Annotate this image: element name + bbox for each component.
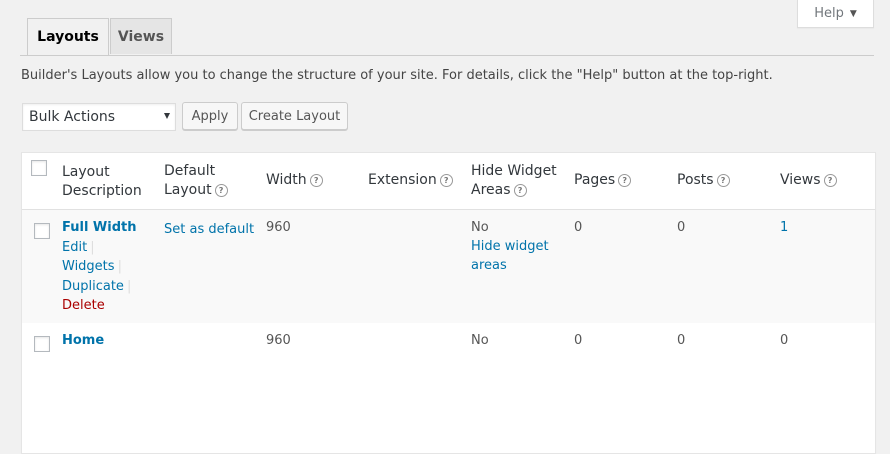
tab-layouts-label: Layouts bbox=[37, 29, 99, 45]
page-description: Builder's Layouts allow you to change th… bbox=[21, 68, 773, 83]
layout-title-link[interactable]: Full Width bbox=[62, 220, 137, 235]
width-value: 960 bbox=[266, 220, 291, 235]
pages-value: 0 bbox=[574, 333, 583, 348]
select-all-checkbox[interactable] bbox=[31, 160, 47, 176]
col-posts[interactable]: Posts? bbox=[677, 171, 730, 190]
col-hide-widget-areas[interactable]: Hide Widget Areas? bbox=[471, 162, 557, 200]
layouts-table: Layout Description Default Layout? Width… bbox=[21, 152, 876, 454]
help-icon[interactable]: ? bbox=[513, 184, 527, 197]
table-row: Full Width Edit | Widgets | Duplicate | Del… bbox=[22, 210, 875, 323]
tab-layouts[interactable]: Layouts bbox=[27, 18, 109, 55]
duplicate-link[interactable]: Duplicate bbox=[62, 279, 124, 294]
hide-widget-areas-value: No bbox=[471, 333, 489, 348]
width-value: 960 bbox=[266, 333, 291, 348]
widgets-link[interactable]: Widgets bbox=[62, 259, 115, 274]
pages-value: 0 bbox=[574, 220, 583, 235]
col-pages[interactable]: Pages? bbox=[574, 171, 632, 190]
caret-down-icon: ▼ bbox=[849, 8, 857, 19]
help-icon[interactable]: ? bbox=[214, 184, 228, 197]
nav-tab-wrapper: Layouts Views bbox=[20, 18, 874, 56]
help-icon[interactable]: ? bbox=[439, 174, 453, 187]
table-header: Layout Description Default Layout? Width… bbox=[22, 153, 875, 210]
posts-value: 0 bbox=[677, 333, 686, 348]
views-value: 0 bbox=[780, 333, 789, 348]
col-default-layout[interactable]: Default Layout? bbox=[164, 162, 228, 200]
posts-value: 0 bbox=[677, 220, 686, 235]
hide-widget-areas-link-cont[interactable]: areas bbox=[471, 258, 507, 273]
row-checkbox[interactable] bbox=[34, 223, 50, 239]
row-actions: Edit | Widgets | Duplicate | Delete bbox=[62, 240, 132, 313]
edit-link[interactable]: Edit bbox=[62, 240, 87, 255]
col-extension[interactable]: Extension? bbox=[368, 171, 453, 190]
bulk-actions-value: Bulk Actions bbox=[29, 109, 116, 125]
col-layout-description[interactable]: Layout Description bbox=[62, 163, 142, 201]
help-icon[interactable]: ? bbox=[309, 174, 323, 187]
row-checkbox[interactable] bbox=[34, 336, 50, 352]
help-icon[interactable]: ? bbox=[823, 174, 837, 187]
hide-widget-areas-value: No Hide widget areas bbox=[471, 220, 549, 273]
tab-views-label: Views bbox=[117, 28, 165, 45]
help-icon[interactable]: ? bbox=[716, 174, 730, 187]
hide-widget-areas-link[interactable]: Hide widget bbox=[471, 239, 549, 254]
layout-title-link[interactable]: Home bbox=[62, 333, 104, 348]
table-row: Home 960 No 0 0 0 bbox=[22, 323, 875, 443]
views-count-link[interactable]: 1 bbox=[780, 220, 788, 235]
create-layout-button[interactable]: Create Layout bbox=[241, 102, 348, 130]
col-width[interactable]: Width? bbox=[266, 171, 323, 190]
tab-views[interactable]: Views bbox=[110, 18, 172, 54]
dropdown-arrow-icon bbox=[164, 113, 170, 119]
apply-button[interactable]: Apply bbox=[182, 102, 238, 130]
set-as-default-link[interactable]: Set as default bbox=[164, 222, 254, 237]
col-views[interactable]: Views? bbox=[780, 171, 837, 190]
help-icon[interactable]: ? bbox=[618, 174, 632, 187]
bulk-actions-select[interactable]: Bulk Actions bbox=[22, 103, 176, 131]
delete-link[interactable]: Delete bbox=[62, 298, 105, 313]
